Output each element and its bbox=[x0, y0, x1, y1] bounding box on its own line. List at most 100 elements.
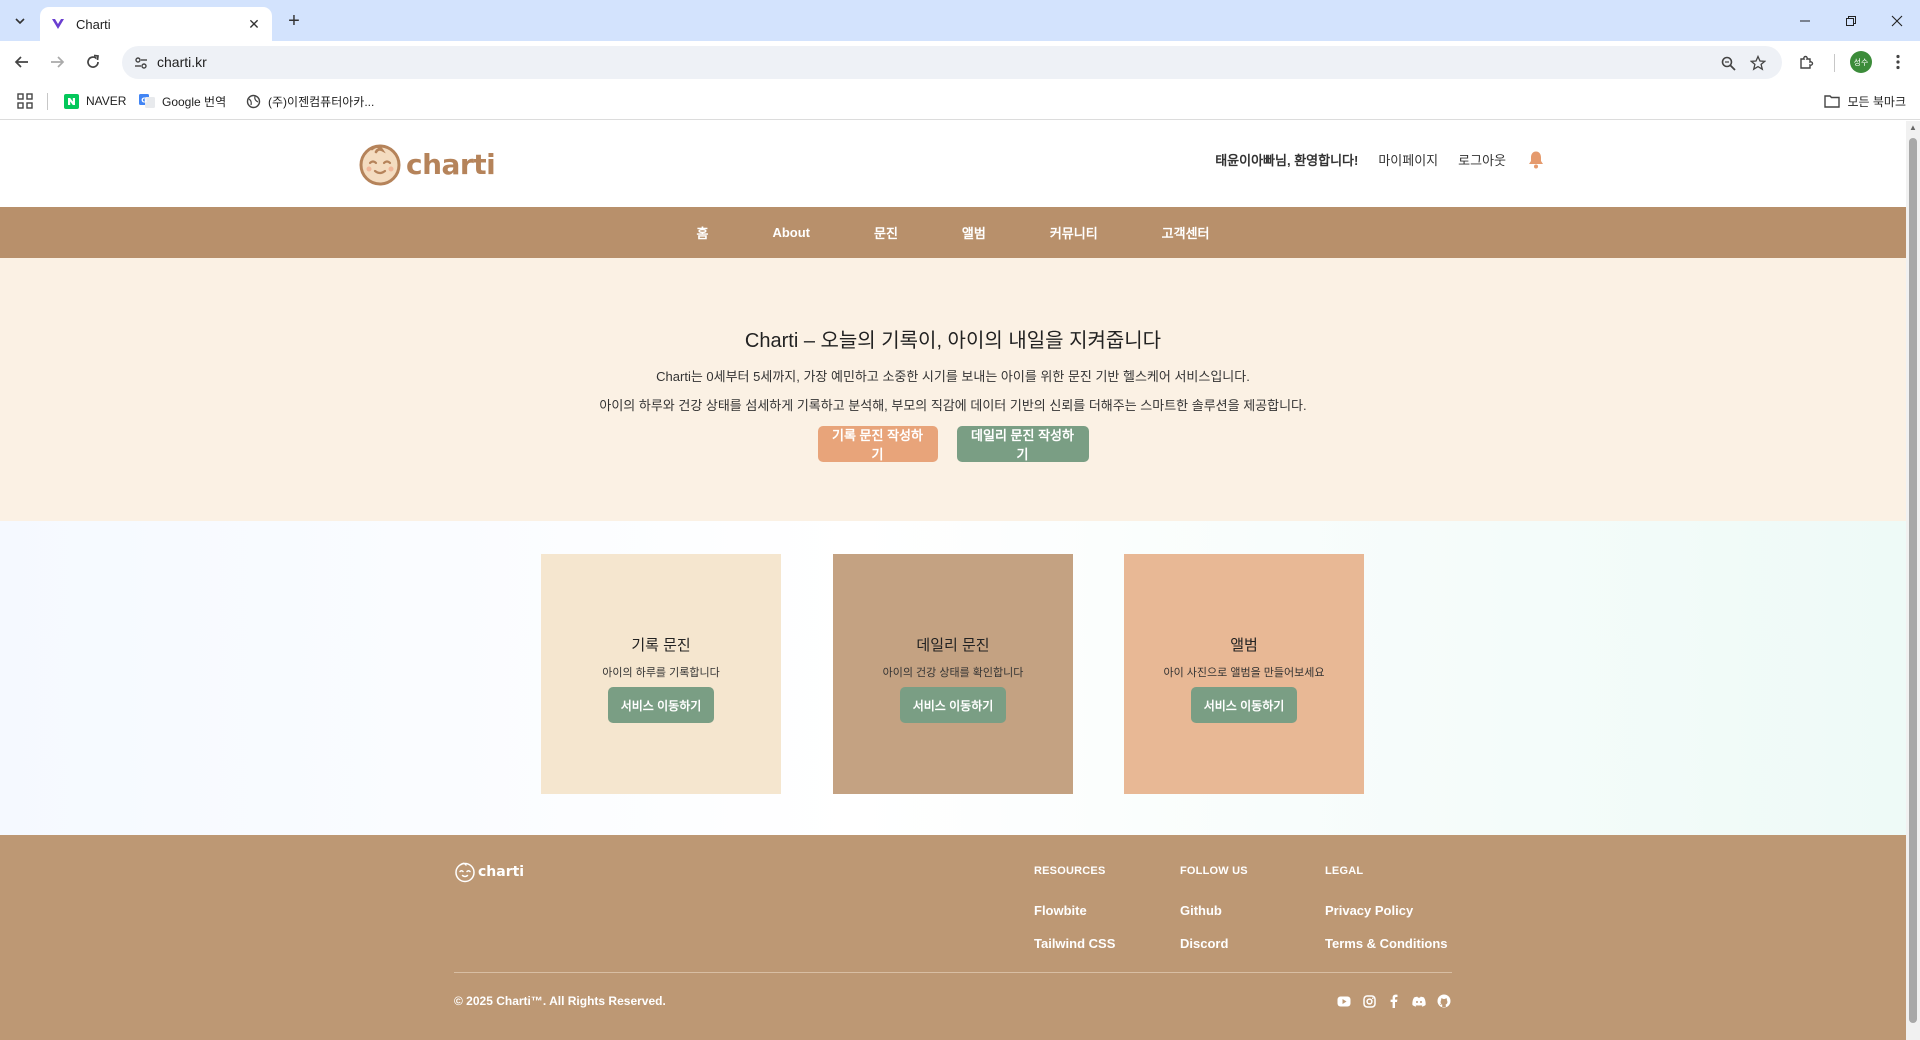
chevron-down-icon bbox=[15, 18, 25, 25]
nav-item-album[interactable]: 앨범 bbox=[962, 223, 986, 242]
footer-link-privacy[interactable]: Privacy Policy bbox=[1325, 903, 1448, 918]
site-logo[interactable]: charti bbox=[358, 139, 496, 189]
header-user-area: 태윤이아빠님, 환영합니다! 마이페이지 로그아웃 bbox=[1215, 149, 1546, 169]
back-button[interactable] bbox=[8, 48, 36, 76]
nav-item-questionnaire[interactable]: 문진 bbox=[874, 223, 898, 242]
nav-item-support[interactable]: 고객센터 bbox=[1162, 223, 1210, 242]
reload-button[interactable] bbox=[79, 48, 107, 76]
bell-icon[interactable] bbox=[1526, 149, 1546, 169]
footer-link-flowbite[interactable]: Flowbite bbox=[1034, 903, 1115, 918]
main-nav: 홈 About 문진 앨범 커뮤니티 고객센터 bbox=[0, 207, 1906, 258]
copyright-text: © 2025 Charti™. All Rights Reserved. bbox=[454, 994, 666, 1008]
all-bookmarks-label: 모든 북마크 bbox=[1847, 94, 1906, 109]
facebook-icon[interactable] bbox=[1386, 993, 1402, 1009]
reload-icon bbox=[87, 54, 99, 68]
footer-logo-text: charti bbox=[478, 864, 525, 880]
tab-search-button[interactable] bbox=[8, 9, 32, 33]
url-text: charti.kr bbox=[157, 54, 207, 70]
card-description: 아이의 하루를 기록합니다 bbox=[602, 667, 720, 679]
footer-divider bbox=[454, 972, 1452, 973]
hero-title: Charti – 오늘의 기록이, 아이의 내일을 지켜줍니다 bbox=[744, 330, 1162, 352]
footer-link-discord[interactable]: Discord bbox=[1180, 936, 1248, 951]
page-viewport: charti 태윤이아빠님, 환영합니다! 마이페이지 로그아웃 홈 About… bbox=[0, 121, 1906, 1040]
card-daily-questionnaire: 데일리 문진 아이의 건강 상태를 확인합니다 서비스 이동하기 bbox=[833, 554, 1073, 794]
profile-avatar[interactable]: 성수 bbox=[1850, 51, 1872, 73]
scroll-up-arrow-icon[interactable]: ▲ bbox=[1909, 123, 1917, 132]
logout-link[interactable]: 로그아웃 bbox=[1458, 150, 1506, 169]
naver-icon bbox=[63, 93, 79, 109]
card-description: 아이의 건강 상태를 확인합니다 bbox=[882, 667, 1024, 679]
bookmark-ezen[interactable]: (주)이젠컴퓨터아카... bbox=[245, 91, 374, 111]
nav-item-community[interactable]: 커뮤니티 bbox=[1050, 223, 1098, 242]
zoom-icon[interactable] bbox=[1718, 53, 1738, 73]
scrollbar-thumb[interactable] bbox=[1909, 138, 1917, 1023]
card-album: 앨범 아이 사진으로 앨범을 만들어보세요 서비스 이동하기 bbox=[1124, 554, 1364, 794]
restore-button[interactable] bbox=[1828, 0, 1874, 41]
forward-button[interactable] bbox=[43, 48, 71, 76]
daily-questionnaire-button[interactable]: 데일리 문진 작성하기 bbox=[956, 426, 1089, 462]
site-info-icon[interactable] bbox=[132, 54, 150, 72]
mypage-link[interactable]: 마이페이지 bbox=[1378, 150, 1438, 169]
welcome-message: 태윤이아빠님, 환영합니다! bbox=[1215, 152, 1359, 168]
card-record-questionnaire: 기록 문진 아이의 하루를 기록합니다 서비스 이동하기 bbox=[541, 554, 781, 794]
extensions-button[interactable] bbox=[1795, 50, 1819, 74]
new-tab-button[interactable]: + bbox=[281, 8, 307, 34]
bookmarks-divider bbox=[47, 93, 48, 110]
svg-text:G: G bbox=[141, 97, 147, 105]
restore-icon bbox=[1846, 15, 1856, 26]
github-icon[interactable] bbox=[1436, 993, 1452, 1009]
browser-tab-active[interactable]: Charti ✕ bbox=[40, 7, 272, 41]
bookmark-naver[interactable]: NAVER bbox=[63, 91, 126, 111]
bookmark-star-icon[interactable] bbox=[1748, 53, 1768, 73]
bookmark-label: NAVER bbox=[86, 94, 127, 108]
baby-face-logo-icon bbox=[455, 862, 475, 883]
discord-icon[interactable] bbox=[1411, 993, 1427, 1009]
apps-grid-icon[interactable] bbox=[16, 92, 34, 110]
window-controls bbox=[1782, 0, 1920, 41]
social-links bbox=[1336, 993, 1461, 1009]
footer-link-terms[interactable]: Terms & Conditions bbox=[1325, 936, 1448, 951]
footer-col-follow: FOLLOW US Github Discord bbox=[1180, 865, 1248, 969]
card-title: 기록 문진 bbox=[631, 637, 691, 654]
browser-tab-bar: Charti ✕ + bbox=[0, 0, 1920, 41]
record-questionnaire-button[interactable]: 기록 문진 작성하기 bbox=[817, 426, 938, 462]
footer-link-github[interactable]: Github bbox=[1180, 903, 1248, 918]
tab-close-icon[interactable]: ✕ bbox=[244, 14, 264, 34]
nav-item-home[interactable]: 홈 bbox=[696, 223, 708, 242]
baby-face-logo-icon bbox=[359, 144, 401, 186]
footer-link-tailwind[interactable]: Tailwind CSS bbox=[1034, 936, 1115, 951]
puzzle-icon bbox=[1800, 55, 1814, 69]
hero-description-2: 아이의 하루와 건강 상태를 섬세하게 기록하고 분석해, 부모의 직감에 데이… bbox=[599, 398, 1307, 413]
tab-title: Charti bbox=[76, 16, 111, 32]
footer-logo[interactable]: charti bbox=[454, 861, 524, 883]
address-bar[interactable]: charti.kr bbox=[122, 46, 1782, 79]
all-bookmarks[interactable]: 모든 북마크 bbox=[1824, 91, 1906, 111]
nav-item-about[interactable]: About bbox=[772, 225, 810, 240]
card-title: 앨범 bbox=[1230, 637, 1258, 654]
minimize-icon bbox=[1800, 20, 1810, 21]
youtube-icon[interactable] bbox=[1336, 993, 1352, 1009]
close-window-button[interactable] bbox=[1874, 0, 1920, 41]
card-go-button[interactable]: 서비스 이동하기 bbox=[900, 687, 1006, 723]
page-scrollbar[interactable]: ▲ bbox=[1906, 121, 1920, 1040]
card-go-button[interactable]: 서비스 이동하기 bbox=[1191, 687, 1297, 723]
footer-col-title: FOLLOW US bbox=[1180, 865, 1248, 877]
globe-icon bbox=[245, 93, 261, 109]
charti-favicon-icon bbox=[50, 16, 66, 32]
hero-section: Charti – 오늘의 기록이, 아이의 내일을 지켜줍니다 Charti는 … bbox=[0, 258, 1906, 521]
bookmarks-bar: NAVER G Google 번역 (주)이젠컴퓨터아카... 모든 북마크 bbox=[0, 83, 1920, 120]
card-title: 데일리 문진 bbox=[916, 637, 990, 654]
footer-col-title: RESOURCES bbox=[1034, 865, 1106, 877]
browser-menu-button[interactable] bbox=[1886, 50, 1910, 74]
site-footer: charti RESOURCES Flowbite Tailwind CSS F… bbox=[0, 835, 1906, 1040]
hero-description-1: Charti는 0세부터 5세까지, 가장 예민하고 소중한 시기를 보내는 아… bbox=[656, 369, 1250, 384]
folder-icon bbox=[1824, 93, 1841, 109]
instagram-icon[interactable] bbox=[1361, 993, 1377, 1009]
hero-buttons: 기록 문진 작성하기 데일리 문진 작성하기 bbox=[0, 426, 1906, 462]
bookmark-label: (주)이젠컴퓨터아카... bbox=[268, 94, 375, 109]
minimize-button[interactable] bbox=[1782, 0, 1828, 41]
service-cards-section: 기록 문진 아이의 하루를 기록합니다 서비스 이동하기 데일리 문진 아이의 … bbox=[0, 521, 1906, 835]
card-go-button[interactable]: 서비스 이동하기 bbox=[608, 687, 714, 723]
logo-text: charti bbox=[406, 147, 496, 181]
bookmark-google-translate[interactable]: G Google 번역 bbox=[139, 91, 226, 111]
